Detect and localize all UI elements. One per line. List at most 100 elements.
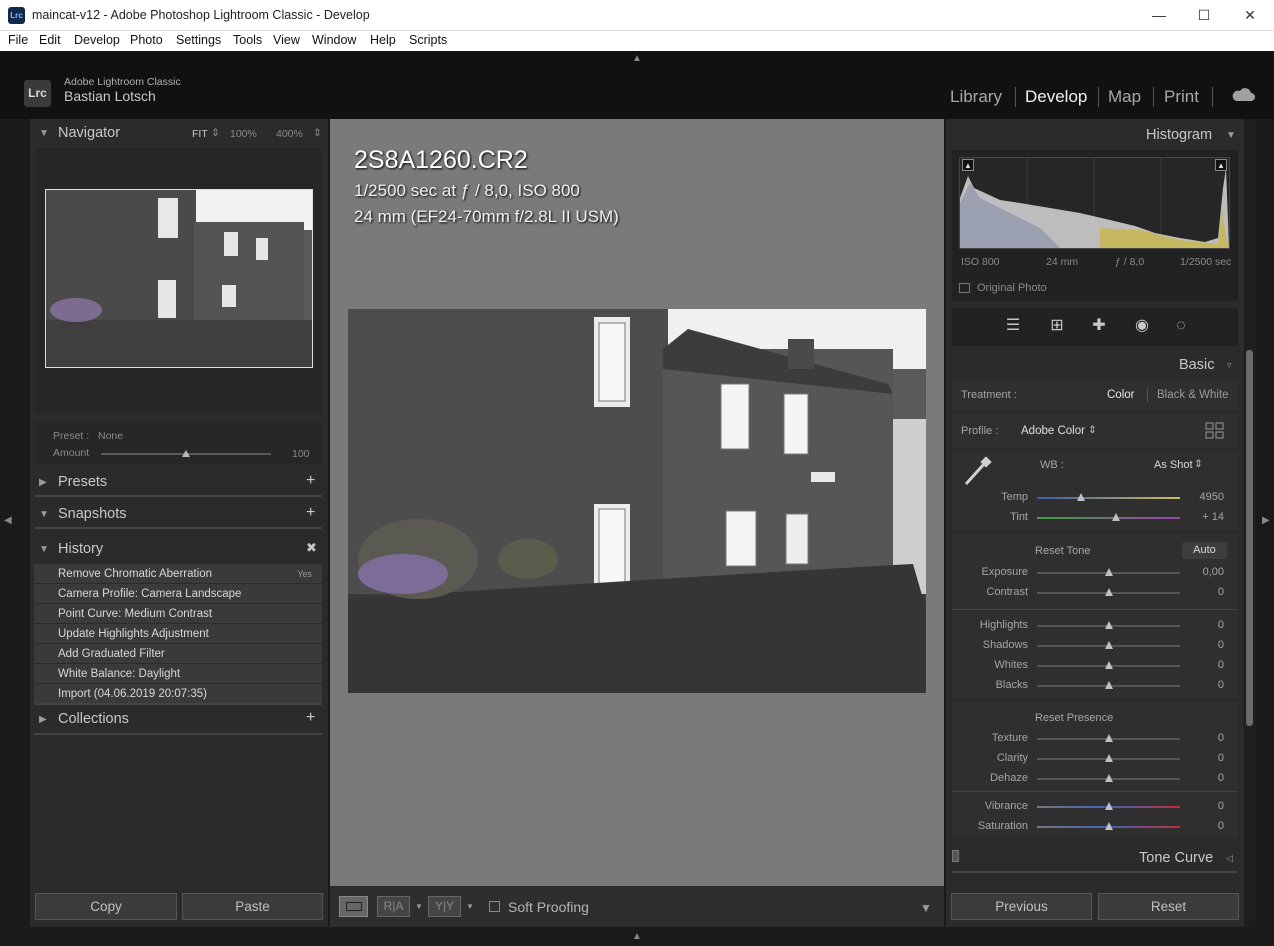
navigator-collapse-icon[interactable]: ▼ [39, 128, 49, 139]
slider-knob[interactable] [1077, 493, 1086, 501]
slider-value[interactable]: 0 [1184, 586, 1224, 598]
menu-settings[interactable]: Settings [176, 33, 221, 47]
healing-icon[interactable]: ✚ [1089, 316, 1109, 336]
slider-value[interactable]: 0 [1184, 679, 1224, 691]
collapse-left-icon[interactable]: ◀ [4, 515, 12, 526]
snapshots-collapse-icon[interactable]: ▼ [39, 509, 49, 520]
profile-dropdown-icon[interactable]: ⇕ [1088, 424, 1097, 436]
crop-icon[interactable]: ⊞ [1047, 316, 1067, 336]
collapse-top-icon[interactable]: ▲ [632, 53, 642, 64]
slider-value[interactable]: 0,00 [1184, 566, 1224, 578]
collapse-bottom-icon[interactable]: ▲ [632, 931, 642, 942]
reset-presence-button[interactable]: Reset Presence [1035, 712, 1113, 724]
slider-knob[interactable] [1104, 774, 1113, 782]
slider-knob[interactable] [1111, 513, 1120, 521]
soft-proofing-checkbox[interactable] [489, 901, 500, 912]
history-item[interactable]: Camera Profile: Camera Landscape [34, 584, 322, 604]
presets-title[interactable]: Presets [58, 474, 107, 490]
wb-dropdown-icon[interactable]: ⇕ [1194, 458, 1203, 470]
collections-expand-icon[interactable]: ▶ [39, 714, 47, 725]
zoom-fit-arrows-icon[interactable]: ⇕ [211, 127, 220, 139]
scrollbar-thumb[interactable] [1246, 350, 1253, 726]
treatment-bw[interactable]: Black & White [1157, 389, 1229, 401]
history-item[interactable]: Update Highlights Adjustment [34, 624, 322, 644]
before-after-dropdown-icon[interactable]: ▼ [415, 902, 423, 911]
slider-knob[interactable] [1104, 621, 1113, 629]
maximize-icon[interactable]: ☐ [1189, 5, 1219, 25]
histogram-collapse-icon[interactable]: ▼ [1226, 130, 1236, 141]
cloud-icon[interactable] [1231, 86, 1255, 102]
auto-button[interactable]: Auto [1182, 542, 1227, 559]
history-collapse-icon[interactable]: ▼ [39, 544, 49, 555]
zoom-fit[interactable]: FIT [192, 128, 208, 140]
module-library[interactable]: Library [950, 87, 1002, 107]
presets-expand-icon[interactable]: ▶ [39, 477, 47, 488]
minimize-icon[interactable]: — [1144, 5, 1174, 25]
treatment-color[interactable]: Color [1107, 389, 1134, 401]
slider-knob[interactable] [1104, 568, 1113, 576]
shadow-clipping-icon[interactable]: ▲ [962, 159, 974, 171]
slider-value[interactable]: 0 [1184, 659, 1224, 671]
basic-collapse-icon[interactable]: ▿ [1227, 360, 1232, 371]
menu-edit[interactable]: Edit [39, 33, 61, 47]
add-snapshot-icon[interactable]: + [306, 504, 315, 522]
main-photo[interactable] [348, 309, 926, 693]
slider-knob[interactable] [1104, 588, 1113, 596]
slider-value[interactable]: 0 [1184, 800, 1224, 812]
reset-tone-button[interactable]: Reset Tone [1035, 545, 1090, 557]
masking-icon[interactable]: ◌ [1171, 316, 1191, 336]
menu-photo[interactable]: Photo [130, 33, 163, 47]
slider-value[interactable]: 0 [1184, 732, 1224, 744]
before-after-icon[interactable]: R|A [377, 896, 410, 917]
wb-value[interactable]: As Shot [1154, 459, 1193, 471]
reset-button[interactable]: Reset [1098, 893, 1239, 920]
red-eye-icon[interactable]: ◉ [1132, 316, 1152, 336]
history-title[interactable]: History [58, 541, 103, 557]
eyedropper-icon[interactable] [960, 454, 994, 488]
slider-knob[interactable] [1104, 822, 1113, 830]
slider-knob[interactable] [1104, 754, 1113, 762]
slider-value[interactable]: + 14 [1184, 511, 1224, 523]
slider-value[interactable]: 4950 [1184, 491, 1224, 503]
slider-value[interactable]: 0 [1184, 639, 1224, 651]
module-map[interactable]: Map [1108, 87, 1141, 107]
slider-value[interactable]: 0 [1184, 752, 1224, 764]
menu-tools[interactable]: Tools [233, 33, 262, 47]
highlight-clipping-icon[interactable]: ▲ [1215, 159, 1227, 171]
menu-view[interactable]: View [273, 33, 300, 47]
add-preset-icon[interactable]: + [306, 472, 315, 490]
navigator-thumbnail[interactable] [45, 189, 313, 368]
paste-button[interactable]: Paste [182, 893, 323, 920]
collapse-right-icon[interactable]: ▶ [1262, 515, 1270, 526]
add-collection-icon[interactable]: + [306, 709, 315, 727]
slider-knob[interactable] [1104, 734, 1113, 742]
zoom-arrows-icon[interactable]: ⇕ [313, 127, 322, 139]
history-item[interactable]: White Balance: Daylight [34, 664, 322, 684]
menu-develop[interactable]: Develop [74, 33, 120, 47]
menu-file[interactable]: File [8, 33, 28, 47]
original-photo-checkbox[interactable] [959, 283, 970, 293]
collections-title[interactable]: Collections [58, 711, 129, 727]
zoom-100[interactable]: 100% [230, 128, 257, 140]
zoom-400[interactable]: 400% [276, 128, 303, 140]
copy-button[interactable]: Copy [35, 893, 177, 920]
profile-browser-icon[interactable] [1205, 422, 1225, 439]
toolbar-content-dropdown-icon[interactable]: ▼ [920, 901, 932, 915]
slider-value[interactable]: 0 [1184, 619, 1224, 631]
menu-window[interactable]: Window [312, 33, 356, 47]
edit-sliders-icon[interactable]: ☰ [1003, 316, 1023, 336]
slider-knob[interactable] [1104, 661, 1113, 669]
profile-value[interactable]: Adobe Color [1021, 425, 1085, 437]
menu-scripts[interactable]: Scripts [409, 33, 447, 47]
previous-button[interactable]: Previous [951, 893, 1092, 920]
module-develop[interactable]: Develop [1025, 87, 1087, 107]
slider-value[interactable]: 0 [1184, 820, 1224, 832]
tone-curve-collapse-icon[interactable]: ◁ [1226, 853, 1233, 864]
amount-slider-knob[interactable] [182, 450, 190, 457]
tone-curve-title[interactable]: Tone Curve [1139, 850, 1213, 866]
history-item[interactable]: Remove Chromatic Aberration Yes [34, 564, 322, 584]
close-icon[interactable]: ✕ [1235, 5, 1265, 25]
history-item[interactable]: Add Graduated Filter [34, 644, 322, 664]
module-print[interactable]: Print [1164, 87, 1199, 107]
clear-history-icon[interactable]: ✖ [306, 540, 317, 556]
